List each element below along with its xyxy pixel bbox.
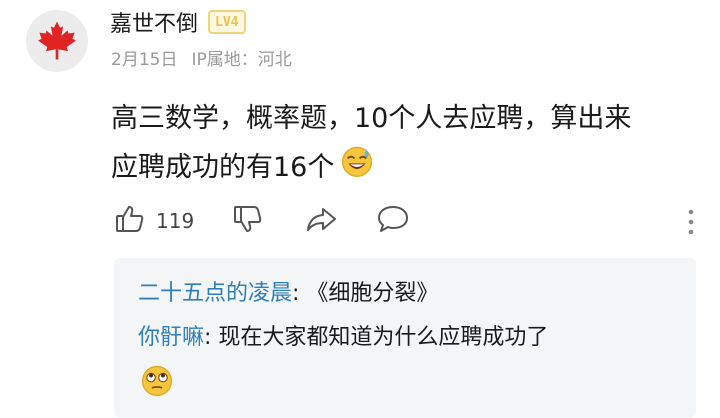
reply-text: 《细胞分裂》: [306, 281, 439, 306]
comment-date: 2月15日: [111, 50, 178, 70]
comment-actions: 119: [114, 203, 704, 243]
avatar[interactable]: [26, 10, 88, 72]
reply-separator: :: [292, 281, 307, 306]
comment-content: 高三数学，概率题，10个人去应聘，算出来 应聘成功的有16个: [111, 94, 701, 194]
rolling-eyes-emoji-icon: [140, 364, 174, 410]
comment-header: 嘉世不倒 LV4: [110, 6, 246, 38]
reply-item[interactable]: 你骬嘛: 现在大家都知道为什么应聘成功了: [138, 320, 548, 356]
reply-item[interactable]: 二十五点的凌晨: 《细胞分裂》: [138, 276, 438, 312]
share-button[interactable]: [304, 203, 338, 239]
reply-list: 二十五点的凌晨: 《细胞分裂》 你骬嘛: 现在大家都知道为什么应聘成功了: [114, 258, 696, 418]
comment-text-line1: 高三数学，概率题，10个人去应聘，算出来: [111, 103, 632, 134]
more-vertical-icon: [686, 209, 696, 241]
username[interactable]: 嘉世不倒: [110, 6, 198, 38]
comment-text-line2: 应聘成功的有16个: [111, 152, 335, 183]
reply-author[interactable]: 二十五点的凌晨: [138, 281, 292, 306]
like-button[interactable]: 119: [114, 203, 194, 239]
thumbs-down-icon: [232, 203, 264, 239]
dislike-button[interactable]: [232, 203, 264, 239]
maple-leaf-icon: [38, 21, 76, 60]
reply-text: 现在大家都知道为什么应聘成功了: [218, 325, 549, 350]
reply-button[interactable]: [376, 203, 410, 239]
reply-separator: :: [204, 325, 219, 350]
comment-bubble-icon: [376, 203, 410, 239]
ip-location: IP属地：河北: [191, 50, 292, 70]
share-arrow-icon: [304, 203, 338, 239]
laughing-with-sweat-emoji-icon: [340, 144, 374, 194]
thumbs-up-icon: [114, 203, 146, 239]
more-options-button[interactable]: [686, 207, 696, 241]
reply-author[interactable]: 你骬嘛: [138, 325, 204, 350]
level-badge: LV4: [208, 10, 246, 34]
like-count: 119: [156, 209, 195, 233]
comment-meta: 2月15日 IP属地：河北: [111, 45, 292, 70]
